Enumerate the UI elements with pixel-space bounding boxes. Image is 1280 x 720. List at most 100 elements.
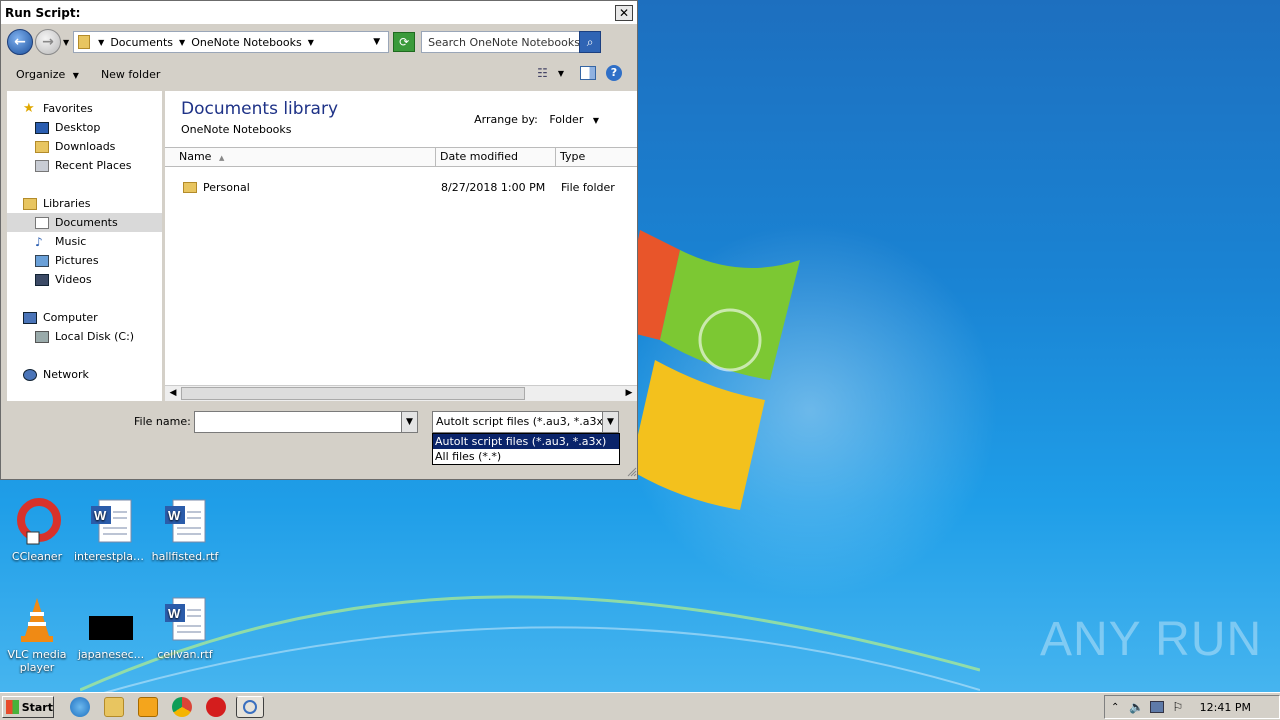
nav-documents[interactable]: Documents bbox=[7, 213, 162, 232]
refresh-button[interactable]: ⟳ bbox=[393, 32, 416, 52]
column-header-name[interactable]: Name ▲ bbox=[165, 148, 436, 166]
preview-pane-icon[interactable] bbox=[580, 66, 596, 80]
volume-icon[interactable]: 🔈 bbox=[1129, 700, 1144, 714]
nav-pictures[interactable]: Pictures bbox=[7, 251, 162, 270]
desktop-icon-japanesec[interactable]: japanesec... bbox=[74, 596, 148, 661]
media-player-icon[interactable] bbox=[138, 697, 158, 717]
opera-icon[interactable] bbox=[206, 697, 226, 717]
dialog-title: Run Script: bbox=[5, 5, 81, 20]
computer-icon bbox=[23, 311, 37, 324]
search-icon[interactable]: ⌕ bbox=[579, 31, 602, 53]
network-tray-icon[interactable] bbox=[1150, 701, 1165, 713]
address-row: ← → ▼ ▼ Documents ▼ OneNote Notebooks ▼ … bbox=[7, 29, 635, 55]
folder-icon bbox=[78, 35, 91, 49]
nav-network[interactable]: Network bbox=[7, 365, 162, 384]
help-icon[interactable]: ? bbox=[606, 65, 622, 81]
chevron-down-icon[interactable]: ▼ bbox=[401, 412, 417, 432]
breadcrumb-onenote[interactable]: OneNote Notebooks bbox=[191, 36, 302, 49]
taskbar: Start ⌃ 🔈 ⚐ 12:41 PM bbox=[0, 692, 1280, 720]
file-type-option-all[interactable]: All files (*.*) bbox=[433, 449, 619, 464]
column-headers: Name ▲ Date modified Type bbox=[165, 147, 637, 167]
pictures-icon bbox=[35, 254, 49, 267]
file-type-select[interactable]: AutoIt script files (*.au3, *.a3x) ▼ bbox=[432, 411, 619, 433]
word-document-icon: W bbox=[161, 596, 209, 644]
breadcrumb-documents[interactable]: Documents bbox=[110, 36, 173, 49]
run-script-dialog: Run Script: ✕ ← → ▼ ▼ Documents ▼ OneNot… bbox=[0, 0, 638, 480]
start-button[interactable]: Start bbox=[2, 696, 54, 718]
close-button[interactable]: ✕ bbox=[615, 5, 633, 21]
file-name-area: File name: ▼ AutoIt script files (*.au3,… bbox=[1, 403, 639, 479]
nav-local-disk[interactable]: Local Disk (C:) bbox=[7, 327, 162, 346]
file-explorer-icon[interactable] bbox=[104, 697, 124, 717]
horizontal-scrollbar[interactable]: ◀ ▶ bbox=[165, 385, 637, 401]
nav-recent-places[interactable]: Recent Places bbox=[7, 156, 162, 175]
breadcrumb-chevron-icon[interactable]: ▼ bbox=[179, 38, 185, 47]
action-center-flag-icon[interactable]: ⚐ bbox=[1172, 700, 1183, 714]
chevron-down-icon[interactable]: ▼ bbox=[602, 412, 618, 432]
address-dropdown-icon[interactable]: ▼ bbox=[373, 37, 380, 47]
show-hidden-icons-icon[interactable]: ⌃ bbox=[1111, 702, 1119, 713]
navigation-pane: ★ Favorites Desktop Downloads Recent Plac… bbox=[7, 91, 162, 401]
history-dropdown-icon[interactable]: ▼ bbox=[63, 38, 69, 47]
breadcrumb-chevron-icon[interactable]: ▼ bbox=[98, 38, 104, 47]
resize-grip-icon[interactable] bbox=[627, 467, 637, 477]
clock[interactable]: 12:41 PM bbox=[1200, 701, 1251, 714]
table-row[interactable]: Personal 8/27/2018 1:00 PM File folder bbox=[165, 177, 637, 197]
column-header-type[interactable]: Type bbox=[556, 148, 637, 166]
nav-desktop[interactable]: Desktop bbox=[7, 118, 162, 137]
library-subtitle: OneNote Notebooks bbox=[181, 123, 292, 136]
star-icon: ★ bbox=[23, 100, 35, 116]
nav-videos[interactable]: Videos bbox=[7, 270, 162, 289]
chevron-down-icon[interactable]: ▼ bbox=[558, 69, 564, 78]
file-name-label: File name: bbox=[134, 415, 191, 428]
file-name-input[interactable]: ▼ bbox=[194, 411, 418, 433]
organize-button[interactable]: Organize ▼ bbox=[16, 68, 79, 81]
documents-icon bbox=[35, 216, 49, 229]
desktop-icon-vlc[interactable]: VLC media player bbox=[0, 596, 74, 674]
nav-favorites[interactable]: ★ Favorites bbox=[7, 99, 162, 118]
file-type-option-autoit[interactable]: AutoIt script files (*.au3, *.a3x) bbox=[433, 434, 619, 449]
autoit-taskbar-button[interactable] bbox=[236, 696, 264, 718]
breadcrumb-chevron-icon[interactable]: ▼ bbox=[308, 38, 314, 47]
svg-text:W: W bbox=[94, 508, 107, 523]
svg-text:W: W bbox=[168, 508, 181, 523]
desktop-icon-cellvan[interactable]: W cellvan.rtf bbox=[148, 596, 222, 661]
system-tray: ⌃ 🔈 ⚐ 12:41 PM bbox=[1104, 695, 1280, 719]
scroll-right-icon[interactable]: ▶ bbox=[621, 386, 637, 401]
back-button[interactable]: ← bbox=[7, 29, 33, 55]
libraries-icon bbox=[23, 197, 37, 210]
internet-explorer-icon[interactable] bbox=[70, 697, 90, 717]
desktop-icon-hallfisted[interactable]: W hallfisted.rtf bbox=[148, 498, 222, 563]
network-icon bbox=[23, 368, 37, 381]
nav-music[interactable]: ♪ Music bbox=[7, 232, 162, 251]
search-placeholder: Search OneNote Notebooks bbox=[428, 35, 580, 49]
desktop-icon-interestplan[interactable]: W interestplan... bbox=[74, 498, 148, 563]
library-title: Documents library bbox=[181, 99, 339, 119]
nav-computer[interactable]: Computer bbox=[7, 308, 162, 327]
scrollbar-thumb[interactable] bbox=[181, 387, 525, 400]
windows-flag-icon bbox=[6, 700, 19, 714]
word-document-icon: W bbox=[161, 498, 209, 546]
folder-icon bbox=[183, 181, 197, 193]
nav-libraries[interactable]: Libraries bbox=[7, 194, 162, 213]
refresh-icon: ⟳ bbox=[399, 35, 410, 49]
arrange-by-dropdown[interactable]: Folder ▼ bbox=[549, 113, 599, 126]
forward-button[interactable]: → bbox=[35, 29, 61, 55]
column-header-date[interactable]: Date modified bbox=[436, 148, 556, 166]
scroll-left-icon[interactable]: ◀ bbox=[165, 386, 181, 401]
chrome-icon[interactable] bbox=[172, 697, 192, 717]
desktop-icon bbox=[35, 121, 49, 134]
chevron-down-icon: ▼ bbox=[592, 116, 599, 125]
view-options-icon[interactable]: ☷ bbox=[537, 66, 548, 80]
chevron-down-icon: ▼ bbox=[72, 70, 79, 80]
desktop-icon-ccleaner[interactable]: CCleaner bbox=[0, 498, 74, 563]
vlc-cone-icon bbox=[13, 596, 61, 644]
black-file-icon bbox=[87, 596, 135, 644]
search-input[interactable]: Search OneNote Notebooks ⌕ bbox=[421, 31, 602, 53]
dialog-titlebar[interactable]: Run Script: bbox=[1, 1, 637, 25]
videos-icon bbox=[35, 273, 49, 286]
music-icon: ♪ bbox=[35, 234, 43, 249]
new-folder-button[interactable]: New folder bbox=[101, 68, 160, 81]
address-bar[interactable]: ▼ Documents ▼ OneNote Notebooks ▼ ▼ bbox=[73, 31, 390, 53]
nav-downloads[interactable]: Downloads bbox=[7, 137, 162, 156]
